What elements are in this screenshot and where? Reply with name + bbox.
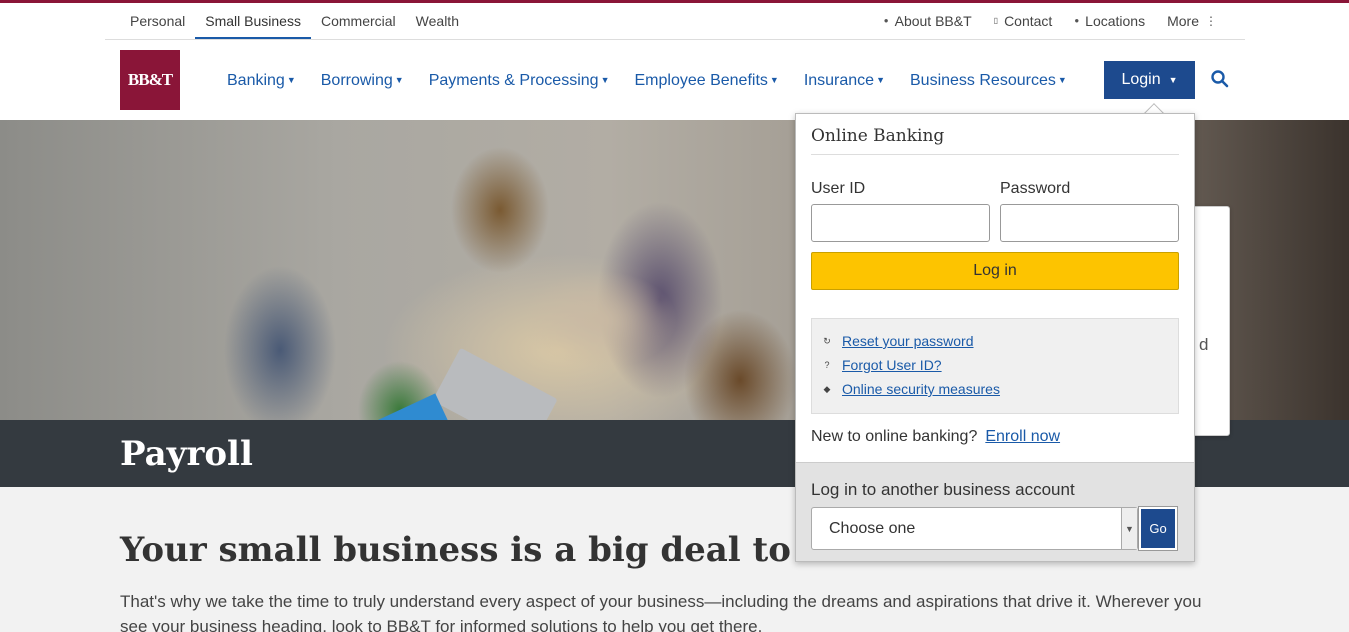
caret-down-icon: ▼: [1057, 75, 1067, 85]
utility-links: ● About BB&T ▯ Contact ● Locations More …: [884, 3, 1217, 39]
other-account-label: Log in to another business account: [811, 480, 1075, 499]
nav-banking-label: Banking: [227, 72, 285, 89]
user-id-input[interactable]: [811, 204, 990, 242]
shield-icon: ◆: [823, 383, 831, 394]
help-row-reset: ↻ Reset your password: [822, 333, 974, 349]
login-panel-title: Online Banking: [811, 126, 1179, 155]
locations-link[interactable]: ● Locations: [1074, 3, 1145, 39]
logo[interactable]: BB&T: [120, 50, 180, 110]
account-select[interactable]: Choose one ▼: [811, 507, 1138, 550]
caret-down-icon: ▼: [286, 75, 296, 85]
utility-bar: Personal Small Business Commercial Wealt…: [105, 3, 1245, 40]
login-button-label: Login: [1121, 71, 1161, 88]
more-link-label: More: [1167, 13, 1199, 29]
content-headline: Your small business is a big deal to us: [120, 530, 847, 570]
nav-borrowing-label: Borrowing: [320, 72, 393, 89]
main-nav: Banking ▼ Borrowing ▼ Payments & Processin…: [227, 62, 1067, 98]
help-row-security: ◆ Online security measures: [822, 381, 1000, 397]
more-link[interactable]: More ⋮: [1167, 3, 1217, 39]
nav-business-resources[interactable]: Business Resources ▼: [910, 62, 1067, 98]
search-icon[interactable]: [1210, 69, 1230, 89]
nav-insurance[interactable]: Insurance ▼: [804, 62, 885, 98]
about-link[interactable]: ● About BB&T: [884, 3, 972, 39]
tab-personal[interactable]: Personal: [120, 3, 195, 39]
about-link-label: About BB&T: [894, 13, 972, 29]
chevron-down-icon: ▼: [1121, 508, 1137, 549]
login-button[interactable]: Login ▼: [1104, 61, 1195, 99]
contact-link-label: Contact: [1004, 13, 1053, 29]
enroll-row: New to online banking? Enroll now: [811, 428, 1060, 446]
log-in-button[interactable]: Log in: [811, 252, 1179, 290]
go-button[interactable]: Go: [1138, 506, 1178, 551]
contact-link[interactable]: ▯ Contact: [994, 3, 1053, 39]
help-links-box: ↻ Reset your password ? Forgot User ID? …: [811, 318, 1179, 414]
enroll-now-link[interactable]: Enroll now: [985, 428, 1060, 446]
reset-icon: ↻: [823, 335, 831, 346]
forgot-user-id-link[interactable]: Forgot User ID?: [842, 357, 942, 373]
segment-tabs: Personal Small Business Commercial Wealt…: [120, 3, 469, 39]
password-input[interactable]: [1000, 204, 1179, 242]
question-icon: ?: [824, 360, 830, 370]
phone-icon: ▯: [993, 16, 999, 25]
nav-borrowing[interactable]: Borrowing ▼: [321, 62, 404, 98]
account-select-value: Choose one: [829, 520, 916, 537]
enroll-prompt: New to online banking?: [811, 428, 978, 445]
locations-link-label: Locations: [1085, 13, 1146, 29]
person-icon: ●: [883, 16, 889, 25]
other-account-section: Log in to another business account Choos…: [796, 462, 1194, 561]
caret-down-icon: ▼: [769, 75, 779, 85]
nav-insurance-label: Insurance: [803, 72, 875, 89]
nav-banking[interactable]: Banking ▼: [227, 62, 296, 98]
caret-down-icon: ▼: [876, 75, 885, 85]
reset-password-link[interactable]: Reset your password: [842, 333, 974, 349]
more-vertical-icon: ⋮: [1205, 14, 1217, 28]
password-label: Password: [1000, 180, 1071, 197]
page-title: Payroll: [120, 434, 253, 474]
hero-laptop-shape: [432, 347, 558, 420]
help-row-forgot: ? Forgot User ID?: [822, 357, 942, 373]
nav-employee-benefits-label: Employee Benefits: [634, 72, 768, 89]
background-card-text: d: [1199, 335, 1209, 354]
nav-payments-processing[interactable]: Payments & Processing ▼: [429, 62, 610, 98]
caret-down-icon: ▼: [600, 75, 610, 85]
map-pin-icon: ●: [1074, 16, 1080, 25]
tab-small-business[interactable]: Small Business: [195, 3, 311, 39]
login-dropdown: Online Banking User ID Password Log in ↻…: [795, 113, 1195, 562]
nav-employee-benefits[interactable]: Employee Benefits ▼: [634, 62, 778, 98]
content-body: That's why we take the time to truly und…: [120, 592, 1202, 632]
caret-down-icon: ▼: [1168, 75, 1178, 85]
user-id-label: User ID: [811, 180, 866, 197]
security-measures-link[interactable]: Online security measures: [842, 381, 1000, 397]
nav-payments-label: Payments & Processing: [428, 72, 599, 89]
tab-commercial[interactable]: Commercial: [311, 3, 406, 39]
caret-down-icon: ▼: [394, 75, 404, 85]
nav-business-resources-label: Business Resources: [910, 72, 1056, 89]
tab-wealth[interactable]: Wealth: [406, 3, 469, 39]
